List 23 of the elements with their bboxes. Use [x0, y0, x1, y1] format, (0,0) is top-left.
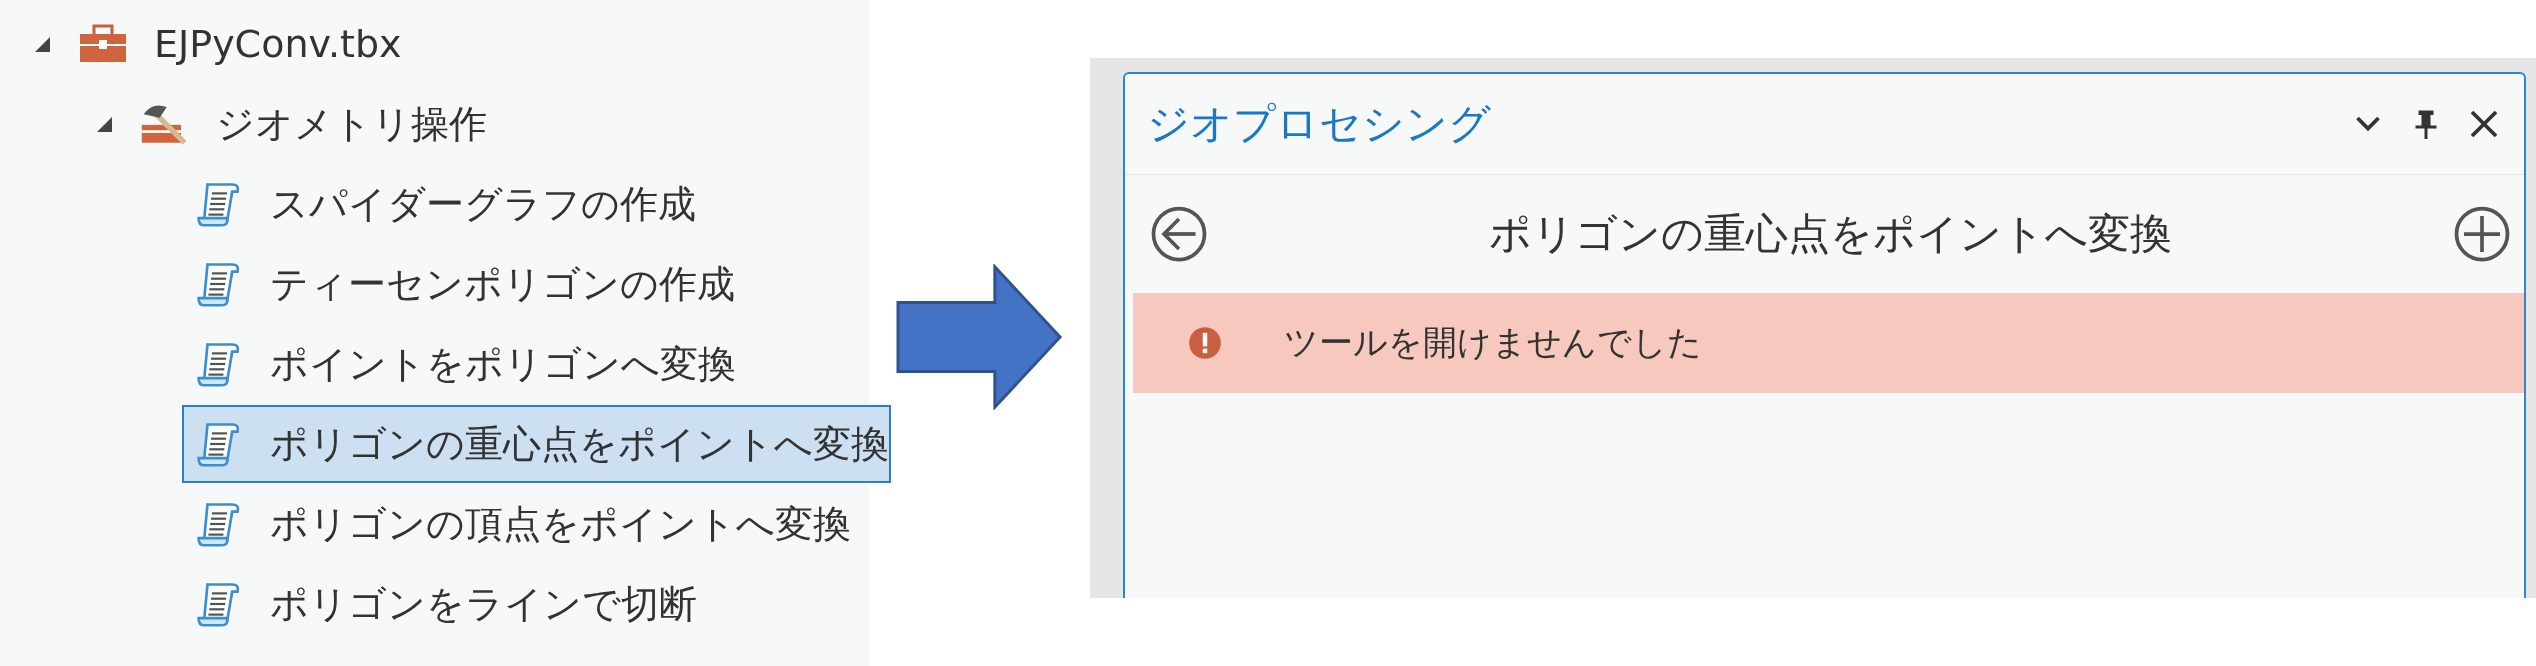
- tree-label: ポリゴンをラインで切断: [270, 580, 697, 628]
- tree-label: スパイダーグラフの作成: [270, 180, 696, 228]
- tree-item[interactable]: ポイントをポリゴンへ変換: [182, 325, 870, 403]
- tree-label: ポイントをポリゴンへ変換: [270, 340, 736, 388]
- tree-label: ジオメトリ操作: [216, 100, 487, 148]
- tree-item[interactable]: ポリゴンの頂点をポイントへ変換: [182, 485, 870, 563]
- tree-item[interactable]: ポリゴンの重心点をポイントへ変換: [182, 405, 891, 483]
- tree-label: ティーセンポリゴンの作成: [270, 260, 735, 308]
- error-message: ツールを開けませんでした: [1284, 321, 1702, 364]
- tree-label: ポリゴンの重心点をポイントへ変換: [270, 420, 889, 468]
- error-icon: [1188, 326, 1222, 360]
- tool-title: ポリゴンの重心点をポイントへ変換: [1489, 208, 2172, 260]
- pane-title: ジオプロセシング: [1147, 98, 1491, 150]
- right-arrow-icon: [896, 264, 1064, 410]
- tree-item[interactable]: スパイダーグラフの作成: [182, 165, 870, 243]
- tree-label: ポリゴンの頂点をポイントへ変換: [270, 500, 851, 548]
- tree-node[interactable]: EJPyConv.tbx: [20, 5, 870, 83]
- back-icon[interactable]: [1149, 204, 1209, 264]
- tree-item[interactable]: ティーセンポリゴンの作成: [182, 245, 870, 323]
- tree-label: EJPyConv.tbx: [154, 22, 402, 66]
- tree-node[interactable]: ジオメトリ操作: [82, 85, 870, 163]
- add-icon[interactable]: [2452, 204, 2512, 264]
- tree-item[interactable]: ポリゴンをラインで切断: [182, 565, 870, 643]
